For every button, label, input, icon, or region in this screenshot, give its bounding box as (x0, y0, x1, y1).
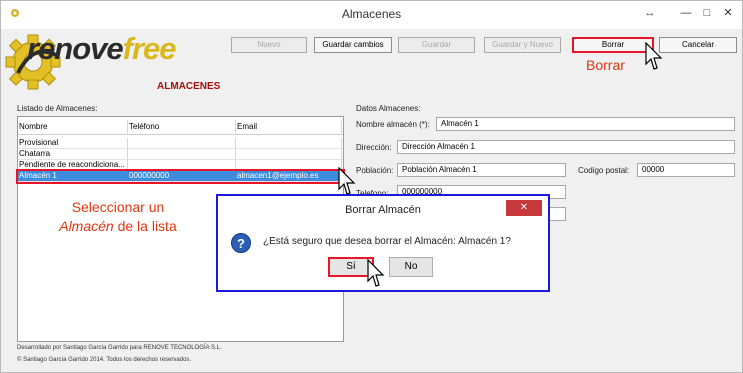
question-icon: ? (231, 233, 251, 253)
poblacion-field[interactable]: Población Almacén 1 (397, 163, 566, 177)
footer-line1: Desarrollado por Santiago García Garrido… (17, 345, 222, 351)
poblacion-label: Población: (356, 166, 394, 175)
cursor-icon (644, 41, 664, 72)
dialog-title: Borrar Almacén (345, 204, 421, 216)
logo-text-renove: renove (27, 31, 124, 66)
window-title: Almacenes (341, 7, 402, 21)
cell-telefono (128, 160, 236, 170)
cursor-icon (366, 258, 386, 289)
nuevo-button[interactable]: Nuevo (231, 37, 307, 53)
guardar-cambios-button[interactable]: Guardar cambios (314, 37, 392, 53)
minimize-button[interactable]: — (676, 4, 696, 22)
cell-telefono: 000000000 (129, 171, 170, 180)
cell-email (236, 149, 342, 159)
cell-email (236, 160, 342, 170)
form-title: Datos Almacenes: (356, 104, 421, 113)
cell-telefono (128, 149, 236, 159)
list-title: Listado de Almacenes: (17, 104, 98, 113)
grid-header: Nombre Teléfono Email (18, 120, 343, 135)
cell-nombre: Provisional (18, 138, 128, 148)
cell-email (236, 138, 342, 148)
cp-field[interactable]: 00000 (637, 163, 735, 177)
cell-telefono (128, 138, 236, 148)
nombre-label: Nombre almacén (*): (356, 120, 430, 129)
restore-icon[interactable]: ↔ (640, 4, 660, 22)
logo-text: renovefree (27, 31, 177, 67)
direccion-field[interactable]: Dirección Almacén 1 (397, 140, 735, 154)
table-row-selected[interactable]: Almacén 1 000000000 almacen1@ejemplo.es (16, 169, 345, 184)
select-hint-line2: Almacén de la lista (37, 217, 199, 236)
cell-nombre: Almacén 1 (19, 171, 57, 180)
cell-email: almacen1@ejemplo.es (237, 171, 319, 180)
borrar-callout: Borrar (586, 57, 625, 73)
cell-nombre: Pendiente de reacondiciona... (18, 160, 128, 170)
cancelar-button[interactable]: Cancelar (659, 37, 737, 53)
column-header-telefono[interactable]: Teléfono (128, 120, 236, 134)
direccion-label: Dirección: (356, 143, 392, 152)
dialog-message: ¿Está seguro que desea borrar el Almacén… (263, 236, 511, 247)
select-hint-line1: Seleccionar un (71, 199, 165, 215)
logo-text-free: free (122, 31, 177, 66)
table-row[interactable]: Pendiente de reacondiciona... (18, 160, 343, 171)
borrar-button[interactable]: Borrar (572, 37, 654, 53)
cell-nombre: Chatarra (18, 149, 128, 159)
cp-label: Codigo postal: (578, 166, 630, 175)
section-title: ALMACENES (157, 81, 221, 92)
footer-line2: © Santiago García Garrido 2014. Todos lo… (17, 357, 192, 363)
no-button[interactable]: No (389, 257, 433, 277)
close-button[interactable]: ✕ (717, 4, 739, 22)
table-row[interactable]: Provisional (18, 138, 343, 149)
maximize-button[interactable]: □ (697, 4, 717, 22)
select-hint: Seleccionar un Almacén de la lista (37, 198, 199, 236)
column-header-email[interactable]: Email (236, 120, 342, 134)
column-header-nombre[interactable]: Nombre (18, 120, 128, 134)
nombre-field[interactable]: Almacén 1 (436, 117, 735, 131)
table-row[interactable]: Chatarra (18, 149, 343, 160)
dialog-close-button[interactable]: ✕ (506, 200, 542, 216)
select-hint-rest: de la lista (113, 218, 177, 234)
select-hint-italic: Almacén (59, 218, 114, 234)
cursor-icon (337, 166, 357, 197)
guardar-y-nuevo-button[interactable]: Guardar y Nuevo (484, 37, 561, 53)
guardar-button[interactable]: Guardar (398, 37, 475, 53)
